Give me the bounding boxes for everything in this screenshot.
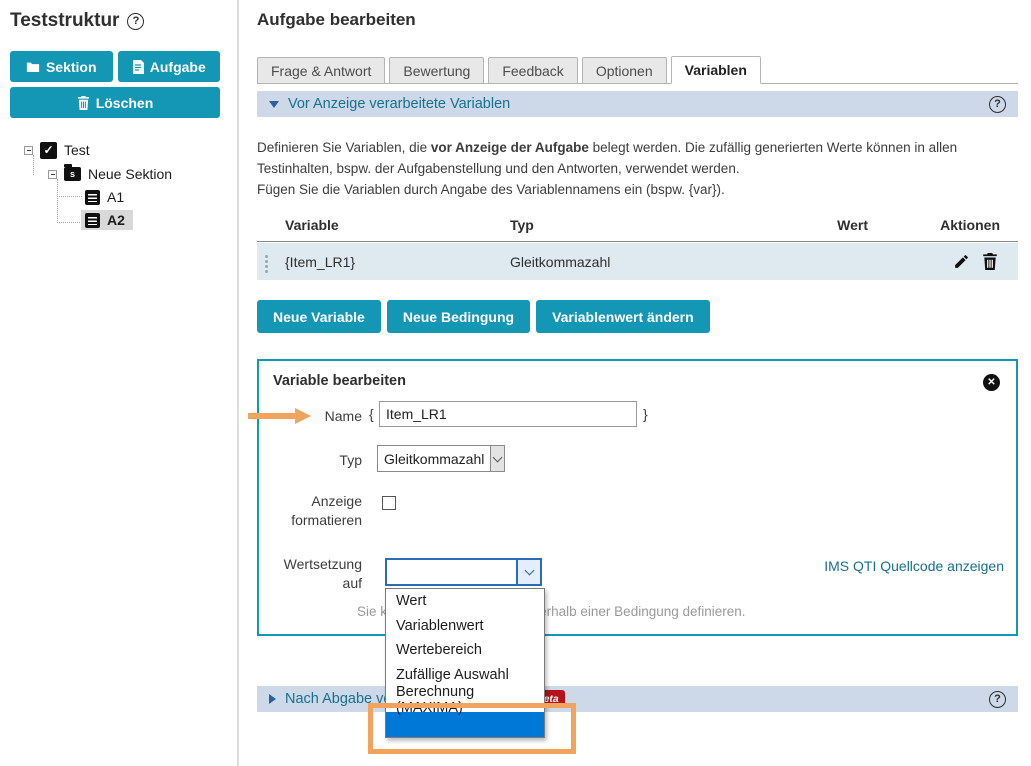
tab-optionen[interactable]: Optionen xyxy=(582,57,667,83)
label-line: auf xyxy=(343,575,362,591)
test-checkbox-icon: ✓ xyxy=(40,142,57,159)
wertsetzung-select-value xyxy=(387,560,516,584)
sidebar-title: Teststruktur xyxy=(10,10,119,32)
format-display-checkbox[interactable] xyxy=(382,496,396,510)
column-header-variable: Variable xyxy=(257,217,510,233)
sidebar-title-row: Teststruktur ? xyxy=(10,10,237,32)
typ-select[interactable]: Gleitkommazahl xyxy=(377,445,505,472)
new-condition-button[interactable]: Neue Bedingung xyxy=(387,300,530,333)
wertsetzung-label: Wertsetzung auf xyxy=(259,555,362,593)
task-document-icon xyxy=(85,190,100,205)
description-text: Fügen Sie die Variablen durch Angabe des… xyxy=(257,182,725,197)
section-folder-icon: s xyxy=(64,167,81,181)
table-header-row: Variable Typ Wert Aktionen xyxy=(257,217,1018,242)
column-header-typ: Typ xyxy=(510,217,790,233)
dropdown-option-berechnung-maxima[interactable]: Berechnung (MAXIMA) xyxy=(386,687,544,712)
test-structure-sidebar: Teststruktur ? Sektion Aufgabe Löschen xyxy=(0,0,239,766)
edit-pencil-icon[interactable] xyxy=(953,253,970,270)
tree-node-section[interactable]: s Neue Sektion xyxy=(48,164,172,184)
add-section-label: Sektion xyxy=(46,59,97,75)
structure-button-group: Sektion Aufgabe Löschen xyxy=(10,51,220,118)
wertsetzung-dropdown-list: Wert Variablenwert Wertebereich Zufällig… xyxy=(385,588,545,738)
description-bold-text: vor Anzeige der Aufgabe xyxy=(431,140,589,155)
tree-connector xyxy=(57,222,82,223)
task-document-icon xyxy=(85,213,100,228)
tree-node-label: Neue Sektion xyxy=(88,166,172,182)
collapse-toggle-icon[interactable] xyxy=(48,170,57,179)
chevron-down-icon[interactable] xyxy=(516,560,540,584)
cell-actions xyxy=(868,253,1018,270)
tree-node-test[interactable]: ✓ Test xyxy=(24,140,90,160)
qti-source-link[interactable]: IMS QTI Quellcode anzeigen xyxy=(824,558,1004,574)
task-page-icon xyxy=(132,60,144,74)
page-title: Aufgabe bearbeiten xyxy=(257,10,1018,30)
tab-bewertung[interactable]: Bewertung xyxy=(389,57,484,83)
panel-title: Variable bearbeiten xyxy=(273,373,406,389)
tree-connector xyxy=(57,196,82,197)
help-icon[interactable]: ? xyxy=(989,96,1006,113)
dropdown-option-wert[interactable]: Wert xyxy=(386,589,544,614)
typ-select-value: Gleitkommazahl xyxy=(378,446,490,471)
dropdown-option-highlighted[interactable] xyxy=(386,712,544,737)
section-folder-icon xyxy=(26,60,40,73)
column-header-wert: Wert xyxy=(790,217,868,233)
table-row: {Item_LR1} Gleitkommazahl xyxy=(257,243,1018,280)
wertsetzung-select[interactable] xyxy=(385,558,542,586)
help-icon[interactable]: ? xyxy=(127,13,144,30)
trash-icon xyxy=(77,96,90,110)
dropdown-option-variablenwert[interactable]: Variablenwert xyxy=(386,614,544,639)
chevron-down-icon xyxy=(269,101,279,108)
add-section-button[interactable]: Sektion xyxy=(10,51,113,82)
cell-variable: {Item_LR1} xyxy=(257,254,510,270)
tree-node-a1[interactable]: A1 xyxy=(85,187,124,207)
column-header-aktionen: Aktionen xyxy=(868,217,1018,233)
chevron-down-icon[interactable] xyxy=(490,446,504,471)
close-icon[interactable]: ✕ xyxy=(983,374,1000,391)
tree-node-label: A1 xyxy=(107,189,124,205)
tree-node-label: A2 xyxy=(107,212,125,228)
tree-node-label: Test xyxy=(64,142,90,158)
tab-frage-antwort[interactable]: Frage & Antwort xyxy=(257,57,385,83)
brace-close: } xyxy=(643,406,648,422)
test-structure-tree: ✓ Test s Neue Sektion A1 A2 xyxy=(10,140,237,250)
variable-edit-panel: Variable bearbeiten ✕ Name { } Typ Gleit… xyxy=(257,359,1018,636)
main-content: Aufgabe bearbeiten Frage & Antwort Bewer… xyxy=(257,0,1018,712)
tab-feedback[interactable]: Feedback xyxy=(488,57,577,83)
drag-handle[interactable] xyxy=(265,255,268,258)
section-post-submit-variables[interactable]: Nach Abgabe verarbeitete Variablen Beta … xyxy=(257,686,1018,712)
collapse-toggle-icon[interactable] xyxy=(24,146,33,155)
delete-button[interactable]: Löschen xyxy=(10,87,220,118)
tree-connector xyxy=(57,179,58,223)
name-label: Name xyxy=(259,407,362,426)
chevron-right-icon xyxy=(269,694,276,704)
delete-trash-icon[interactable] xyxy=(982,253,998,270)
variable-action-buttons: Neue Variable Neue Bedingung Variablenwe… xyxy=(257,300,1018,333)
label-line: formatieren xyxy=(291,512,362,528)
add-task-button[interactable]: Aufgabe xyxy=(118,51,221,82)
tab-variablen[interactable]: Variablen xyxy=(671,56,761,84)
section-label: Vor Anzeige verarbeitete Variablen xyxy=(288,96,510,112)
tab-bar: Frage & Antwort Bewertung Feedback Optio… xyxy=(257,56,1018,84)
add-task-label: Aufgabe xyxy=(150,59,206,75)
brace-open: { xyxy=(369,406,374,422)
help-icon[interactable]: ? xyxy=(989,691,1006,708)
variables-table: Variable Typ Wert Aktionen {Item_LR1} Gl… xyxy=(257,217,1018,280)
description-text: Definieren Sie Variablen, die xyxy=(257,140,431,155)
label-line: Wertsetzung xyxy=(284,556,362,572)
dropdown-option-wertebereich[interactable]: Wertebereich xyxy=(386,638,544,663)
format-display-label: Anzeige formatieren xyxy=(259,492,362,530)
variable-name-input[interactable] xyxy=(379,401,637,427)
app-window: Teststruktur ? Sektion Aufgabe Löschen xyxy=(0,0,1031,766)
variables-description: Definieren Sie Variablen, die vor Anzeig… xyxy=(257,137,1018,200)
new-variable-button[interactable]: Neue Variable xyxy=(257,300,381,333)
label-line: Anzeige xyxy=(311,493,362,509)
delete-label: Löschen xyxy=(96,95,154,111)
change-variable-value-button[interactable]: Variablenwert ändern xyxy=(536,300,710,333)
cell-typ: Gleitkommazahl xyxy=(510,254,790,270)
section-pre-display-variables[interactable]: Vor Anzeige verarbeitete Variablen ? xyxy=(257,91,1018,117)
typ-label: Typ xyxy=(259,451,362,470)
tree-node-a2-selected[interactable]: A2 xyxy=(81,210,133,230)
